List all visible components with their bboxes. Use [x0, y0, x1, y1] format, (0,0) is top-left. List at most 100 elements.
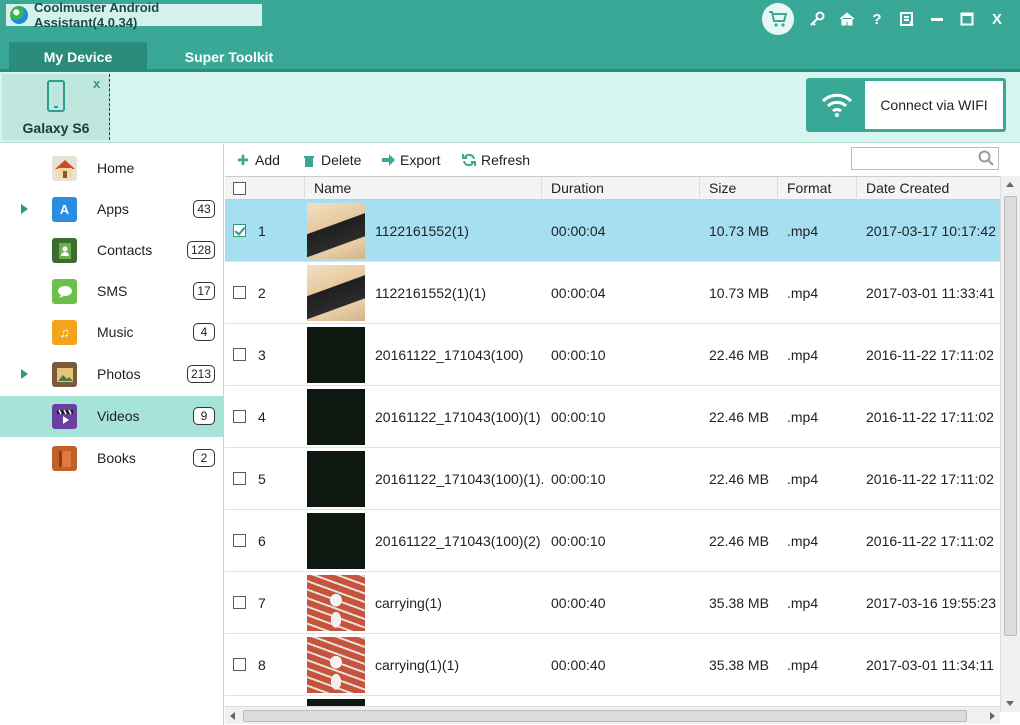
row-checkbox[interactable] — [233, 410, 246, 423]
column-format[interactable]: Format — [778, 177, 857, 200]
device-bar: x Galaxy S6 Connect via WIFI — [0, 72, 1020, 143]
video-size: 22.46 MB — [709, 347, 769, 363]
table-row[interactable]: 2 1122161552(1)(1) 00:00:04 10.73 MB .mp… — [225, 262, 1000, 324]
sms-icon — [52, 279, 77, 304]
sidebar-item-videos[interactable]: Videos 9 — [0, 396, 224, 437]
sidebar-item-contacts[interactable]: Contacts 128 — [0, 230, 224, 271]
row-checkbox[interactable] — [233, 472, 246, 485]
sidebar-item-label: Home — [97, 160, 135, 176]
music-icon: ♫ — [52, 320, 77, 345]
table-row[interactable]: 5 20161122_171043(100)(1)... 00:00:10 22… — [225, 448, 1000, 510]
video-thumbnail — [307, 637, 365, 693]
column-duration[interactable]: Duration — [542, 177, 700, 200]
tab-my-device[interactable]: My Device — [9, 42, 147, 72]
add-button[interactable]: ✚ Add — [236, 152, 280, 169]
minimize-icon[interactable] — [922, 4, 952, 34]
count-badge: 4 — [193, 323, 215, 341]
row-checkbox[interactable] — [233, 534, 246, 547]
refresh-button[interactable]: Refresh — [462, 152, 530, 168]
cart-icon[interactable] — [762, 3, 794, 35]
row-checkbox[interactable] — [233, 596, 246, 609]
scroll-thumb[interactable] — [1004, 196, 1017, 636]
sidebar-item-apps[interactable]: A Apps 43 — [0, 189, 224, 230]
close-icon[interactable]: X — [982, 4, 1012, 34]
column-name[interactable]: Name — [305, 177, 542, 200]
horizontal-scrollbar[interactable] — [225, 706, 1000, 724]
video-format: .mp4 — [787, 471, 819, 487]
scroll-down-icon[interactable] — [1006, 701, 1014, 706]
app-title: Coolmuster Android Assistant(4.0.34) — [34, 0, 160, 30]
search-input[interactable] — [851, 147, 999, 170]
table-body: 1 1122161552(1) 00:00:04 10.73 MB .mp4 2… — [225, 200, 1000, 712]
table-row[interactable]: 8 carrying(1)(1) 00:00:40 35.38 MB .mp4 … — [225, 634, 1000, 696]
row-checkbox[interactable] — [233, 348, 246, 361]
key-icon[interactable] — [802, 4, 832, 34]
table-row[interactable]: 3 20161122_171043(100) 00:00:10 22.46 MB… — [225, 324, 1000, 386]
maximize-icon[interactable] — [952, 4, 982, 34]
photos-icon — [52, 362, 77, 387]
toolbar: ✚ Add Delete Export Refresh — [225, 144, 1020, 176]
column-date-created[interactable]: Date Created — [857, 177, 1000, 200]
video-size: 22.46 MB — [709, 409, 769, 425]
wifi-icon — [809, 81, 865, 129]
scroll-left-icon[interactable] — [230, 712, 235, 720]
delete-button[interactable]: Delete — [302, 152, 361, 168]
sidebar-item-label: Photos — [97, 366, 141, 382]
row-number: 8 — [258, 657, 266, 673]
video-date: 2016-11-22 17:11:02 — [866, 533, 994, 549]
sidebar-item-books[interactable]: Books 2 — [0, 438, 224, 479]
help-icon[interactable]: ? — [862, 4, 892, 34]
export-button[interactable]: Export — [381, 152, 440, 168]
scroll-thumb[interactable] — [243, 710, 967, 722]
vertical-scrollbar[interactable] — [1000, 176, 1020, 712]
row-number: 6 — [258, 533, 266, 549]
sidebar-item-photos[interactable]: Photos 213 — [0, 354, 224, 395]
video-format: .mp4 — [787, 533, 819, 549]
sidebar-item-music[interactable]: ♫ Music 4 — [0, 312, 224, 353]
connect-wifi-button[interactable]: Connect via WIFI — [806, 78, 1006, 132]
video-name: carrying(1) — [375, 595, 442, 611]
row-number: 1 — [258, 223, 266, 239]
search-icon[interactable] — [978, 150, 994, 166]
expand-arrow-icon[interactable] — [21, 204, 28, 214]
video-thumbnail — [307, 203, 365, 259]
main-panel: ✚ Add Delete Export Refresh Name Duratio… — [225, 144, 1020, 725]
sidebar-item-label: Contacts — [97, 242, 153, 258]
sidebar-item-home[interactable]: Home — [0, 148, 224, 189]
video-size: 10.73 MB — [709, 285, 769, 301]
add-label: Add — [255, 152, 280, 168]
count-badge: 9 — [193, 407, 215, 425]
video-date: 2016-11-22 17:11:02 — [866, 347, 994, 363]
row-number: 7 — [258, 595, 266, 611]
row-checkbox[interactable] — [233, 658, 246, 671]
sidebar-item-sms[interactable]: SMS 17 — [0, 271, 224, 312]
sidebar-item-label: Music — [97, 324, 134, 340]
video-thumbnail — [307, 513, 365, 569]
table-row[interactable]: 1 1122161552(1) 00:00:04 10.73 MB .mp4 2… — [225, 200, 1000, 262]
video-date: 2016-11-22 17:11:02 — [866, 409, 994, 425]
feedback-icon[interactable] — [892, 4, 922, 34]
app-title-badge: Coolmuster Android Assistant(4.0.34) — [6, 0, 262, 30]
row-checkbox[interactable] — [233, 286, 246, 299]
device-close-icon[interactable]: x — [93, 76, 100, 91]
home-icon[interactable] — [832, 4, 862, 34]
row-number: 4 — [258, 409, 266, 425]
scroll-right-icon[interactable] — [990, 712, 995, 720]
video-format: .mp4 — [787, 595, 819, 611]
video-thumbnail — [307, 265, 365, 321]
select-all-checkbox[interactable] — [233, 182, 246, 195]
table-row[interactable]: 6 20161122_171043(100)(2) 00:00:10 22.46… — [225, 510, 1000, 572]
table-row[interactable]: 4 20161122_171043(100)(1) 00:00:10 22.46… — [225, 386, 1000, 448]
table-row[interactable]: 7 carrying(1) 00:00:40 35.38 MB .mp4 201… — [225, 572, 1000, 634]
videos-icon — [52, 404, 77, 429]
video-name: 20161122_171043(100)(1) — [375, 409, 541, 425]
row-checkbox[interactable] — [233, 224, 246, 237]
device-card[interactable]: x Galaxy S6 — [2, 74, 110, 140]
column-size[interactable]: Size — [700, 177, 778, 200]
video-size: 22.46 MB — [709, 533, 769, 549]
video-name: 1122161552(1) — [375, 223, 469, 239]
scroll-up-icon[interactable] — [1006, 182, 1014, 187]
expand-arrow-icon[interactable] — [21, 369, 28, 379]
video-duration: 00:00:40 — [551, 595, 606, 611]
tab-super-toolkit[interactable]: Super Toolkit — [160, 42, 298, 72]
